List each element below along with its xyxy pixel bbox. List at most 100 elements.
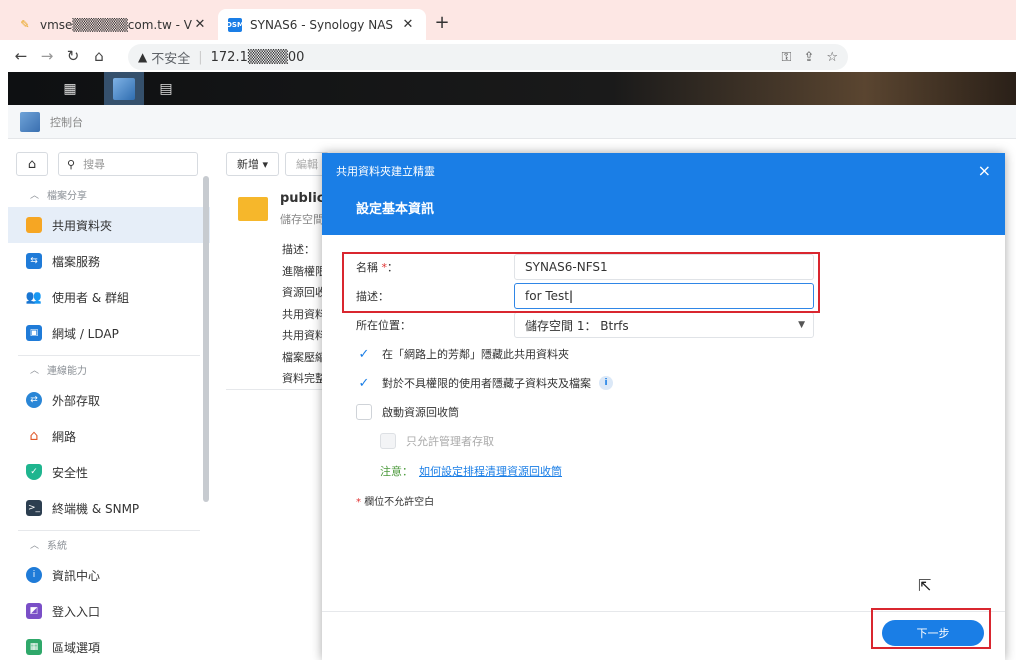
new-tab-button[interactable]: +	[432, 12, 452, 33]
key-icon[interactable]: ⚿	[782, 50, 792, 65]
folder-volume: 儲存空間	[280, 213, 324, 226]
sidebar-item-login-portal[interactable]: ◩ 登入入口	[8, 593, 210, 629]
sidebar-item-label: 網路	[52, 429, 77, 444]
section-label: 檔案分享	[47, 190, 88, 202]
sidebar: ⌂ ⚲ 搜尋 ︿ 檔案分享 共用資料夾 ⇆ 檔案服務 👥 使用者 & 群組 ▣ 網域 /…	[8, 147, 210, 660]
sidebar-item-external-access[interactable]: ⇄ 外部存取	[8, 382, 210, 418]
browser-tab-synology[interactable]: DSM SYNAS6 - Synology NAS ✕	[218, 9, 426, 40]
folder-icon	[26, 217, 42, 233]
caret-up-icon: ︿	[30, 540, 40, 551]
checkbox-disabled-icon	[380, 433, 396, 449]
prop-label: 檔案壓縮	[282, 350, 326, 364]
external-access-icon: ⇄	[26, 392, 42, 408]
admin-only-option: 只允許管理者存取	[380, 433, 494, 449]
storage-manager-task[interactable]: ▤	[146, 72, 186, 105]
close-icon[interactable]: ×	[978, 161, 991, 180]
location-select[interactable]: 儲存空間 1： Btrfs ▼	[514, 312, 814, 338]
sidebar-item-label: 共用資料夾	[52, 218, 113, 233]
close-tab-icon[interactable]: ✕	[400, 17, 416, 32]
section-label: 連線能力	[47, 365, 88, 377]
url-text: 172.1▒▒▒▒00	[210, 49, 305, 65]
pencil-favicon-icon: ✎	[20, 18, 30, 31]
main-menu-button[interactable]: ▦	[50, 72, 90, 105]
grid-icon: ▦	[63, 80, 77, 97]
name-description-highlight	[342, 252, 820, 313]
folder-name: public	[280, 191, 325, 206]
close-tab-icon[interactable]: ✕	[192, 17, 208, 32]
note-label: 注意：	[380, 465, 413, 478]
option-label: 對於不具權限的使用者隱藏子資料夾及檔案	[382, 377, 591, 390]
insecure-label: 不安全	[151, 51, 191, 67]
location-value: 儲存空間 1： Btrfs	[525, 318, 629, 333]
sidebar-item-domain-ldap[interactable]: ▣ 網域 / LDAP	[8, 315, 210, 351]
enable-recycle-option[interactable]: 啟動資源回收筒	[356, 404, 459, 420]
prop-label: 描述：	[282, 243, 315, 256]
hide-network-option[interactable]: ✓ 在「網路上的芳鄰」隱藏此共用資料夾	[356, 346, 569, 362]
shared-folder-wizard: 共用資料夾建立精靈 × 設定基本資訊 名稱 *： SYNAS6-NFS1 描述：…	[322, 153, 1005, 660]
shield-icon: ✓	[26, 464, 42, 480]
control-panel-icon	[20, 111, 40, 132]
window-titlebar: 控制台	[8, 105, 1016, 139]
dropdown-caret-icon: ▼	[798, 320, 805, 330]
sidebar-item-label: 檔案服務	[52, 254, 101, 269]
sidebar-item-shared-folder[interactable]: 共用資料夾	[8, 207, 210, 243]
sidebar-scrollbar[interactable]	[203, 176, 209, 502]
checkbox-checked-icon[interactable]: ✓	[356, 346, 372, 362]
section-label: 系統	[47, 540, 68, 552]
network-house-icon: ⌂	[26, 428, 42, 444]
warning-icon: ▲	[138, 50, 148, 64]
checkbox-checked-icon[interactable]: ✓	[356, 375, 372, 391]
hide-subfolders-option[interactable]: ✓ 對於不具權限的使用者隱藏子資料夾及檔案 i	[356, 375, 613, 391]
checkbox-unchecked-icon[interactable]	[356, 404, 372, 420]
terminal-icon: >_	[26, 500, 42, 516]
next-button-highlight	[871, 608, 991, 649]
sidebar-item-info-center[interactable]: i 資訊中心	[8, 557, 210, 593]
option-label: 只允許管理者存取	[406, 435, 494, 448]
sidebar-item-users-groups[interactable]: 👥 使用者 & 群組	[8, 279, 210, 315]
required-note-text: 欄位不允許空白	[364, 497, 435, 508]
home-button[interactable]: ⌂	[16, 152, 48, 176]
search-icon: ⚲	[67, 157, 76, 171]
prop-label: 資源回收	[282, 286, 326, 299]
forward-icon[interactable]: →	[34, 47, 60, 65]
create-button[interactable]: 新增 ▾	[226, 152, 280, 176]
section-header-connectivity[interactable]: ︿ 連線能力	[8, 356, 210, 382]
sidebar-item-label: 資訊中心	[52, 568, 101, 583]
search-input[interactable]: ⚲ 搜尋	[58, 152, 198, 176]
browser-toolbar: ← → ↻ ⌂ ▲ 不安全 | 172.1▒▒▒▒00 ⚿ ⇪ ☆ ◎ zhuy…	[0, 40, 1016, 106]
required-note: * 欄位不允許空白	[356, 493, 434, 508]
caret-up-icon: ︿	[30, 190, 40, 201]
info-icon[interactable]: i	[599, 376, 613, 390]
back-icon[interactable]: ←	[8, 47, 34, 65]
home-icon[interactable]: ⌂	[86, 47, 112, 65]
share-icon[interactable]: ⇪	[803, 50, 814, 65]
star-icon[interactable]: ☆	[826, 50, 838, 65]
sidebar-item-security[interactable]: ✓ 安全性	[8, 454, 210, 490]
file-services-icon: ⇆	[26, 253, 42, 269]
login-portal-icon: ◩	[26, 603, 42, 619]
required-asterisk: *	[356, 497, 361, 508]
control-panel-icon	[113, 77, 135, 100]
address-bar[interactable]: ▲ 不安全 | 172.1▒▒▒▒00 ⚿ ⇪ ☆	[128, 44, 848, 70]
sidebar-item-file-services[interactable]: ⇆ 檔案服務	[8, 243, 210, 279]
browser-tab-vm[interactable]: ✎ vmse▒▒▒▒▒▒com.tw - VM ✕	[8, 9, 218, 40]
window-title: 控制台	[50, 115, 83, 129]
prop-label: 共用資料	[282, 307, 326, 321]
prop-label: 進階權限	[282, 264, 326, 278]
sidebar-item-label: 區域選項	[52, 640, 101, 655]
search-placeholder: 搜尋	[83, 158, 106, 171]
wizard-title: 共用資料夾建立精靈	[336, 165, 435, 178]
recycle-schedule-link[interactable]: 如何設定排程清理資源回收筒	[419, 465, 562, 478]
sidebar-item-terminal-snmp[interactable]: >_ 終端機 & SNMP	[8, 490, 210, 526]
sidebar-item-regional-options[interactable]: ▦ 區域選項	[8, 629, 210, 660]
reload-icon[interactable]: ↻	[60, 47, 86, 65]
step-title: 設定基本資訊	[356, 202, 435, 217]
sidebar-item-network[interactable]: ⌂ 網路	[8, 418, 210, 454]
sidebar-item-label: 終端機 & SNMP	[52, 501, 140, 516]
control-panel-task[interactable]	[104, 72, 144, 105]
regional-options-icon: ▦	[26, 639, 42, 655]
mouse-cursor-icon: ⇱	[918, 576, 932, 595]
dsm-favicon-icon: DSM	[226, 17, 244, 32]
section-header-system[interactable]: ︿ 系統	[8, 531, 210, 557]
section-header-file-sharing[interactable]: ︿ 檔案分享	[8, 181, 210, 207]
